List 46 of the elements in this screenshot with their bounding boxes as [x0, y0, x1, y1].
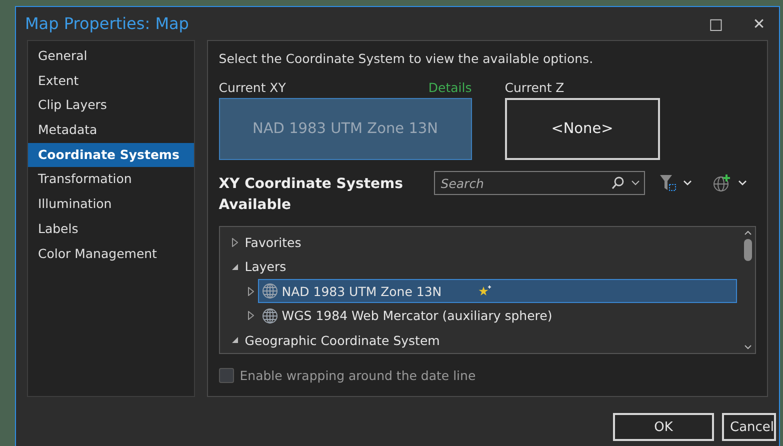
- tree-folder[interactable]: Layers: [242, 259, 290, 274]
- tree-folder[interactable]: Favorites: [242, 234, 304, 250]
- collapsed-arrow-icon[interactable]: [248, 311, 254, 320]
- checkbox-label: Enable wrapping around the date line: [240, 368, 476, 383]
- cancel-button[interactable]: Cancel: [722, 413, 776, 441]
- sidebar-item[interactable]: Transformation: [28, 167, 194, 192]
- dropdown-caret-icon[interactable]: [738, 180, 747, 186]
- sidebar-item[interactable]: Extent: [28, 68, 194, 94]
- dropdown-caret-icon[interactable]: [682, 180, 692, 186]
- tree-item-label: NAD 1983 UTM Zone 13N: [282, 284, 442, 299]
- sidebar-item[interactable]: Coordinate Systems: [28, 142, 194, 168]
- instruction-text: Select the Coordinate System to view the available options.: [218, 51, 594, 68]
- scroll-up-icon[interactable]: [744, 230, 752, 235]
- checkbox[interactable]: [218, 368, 234, 383]
- expanded-arrow-icon[interactable]: [230, 262, 239, 271]
- globe-icon: [262, 308, 278, 324]
- current-xy-label: Current XY: [218, 80, 286, 94]
- sidebar-item[interactable]: Color Management: [28, 242, 194, 266]
- current-z-value[interactable]: <None>: [504, 98, 660, 160]
- search-icon[interactable]: [610, 176, 625, 190]
- window-title: Map Properties: Map: [25, 14, 190, 33]
- sidebar-item[interactable]: Metadata: [28, 118, 194, 143]
- ok-button[interactable]: OK: [613, 413, 714, 441]
- collapsed-arrow-icon[interactable]: [232, 238, 238, 247]
- search-field[interactable]: Search: [434, 171, 645, 195]
- globe-icon: [262, 283, 278, 300]
- scrollbar-thumb[interactable]: [744, 239, 752, 261]
- sidebar-item[interactable]: Illumination: [28, 192, 194, 217]
- add-globe-icon[interactable]: [712, 174, 732, 192]
- tree-item-label: WGS 1984 Web Mercator (auxiliary sphere): [282, 308, 552, 324]
- details-link[interactable]: Details: [428, 80, 472, 94]
- maximize-button[interactable]: □: [696, 10, 736, 36]
- expanded-arrow-icon[interactable]: [230, 336, 239, 344]
- filter-icon[interactable]: [658, 174, 677, 192]
- current-z-label: Current Z: [504, 80, 564, 94]
- sidebar-item[interactable]: Clip Layers: [28, 93, 194, 118]
- close-button[interactable]: ✕: [739, 10, 779, 36]
- sidebar-item[interactable]: General: [28, 44, 194, 69]
- tree-folder[interactable]: Geographic Coordinate System: [242, 332, 443, 348]
- tree-item[interactable]: NAD 1983 UTM Zone 13N: [258, 279, 737, 304]
- dropdown-caret-icon[interactable]: [630, 180, 640, 186]
- tree-item[interactable]: WGS 1984 Web Mercator (auxiliary sphere): [258, 304, 737, 328]
- scroll-down-icon[interactable]: [744, 345, 752, 350]
- collapsed-arrow-icon[interactable]: [248, 286, 254, 296]
- section-heading: XY Coordinate Systems Available: [218, 175, 404, 215]
- sidebar-item[interactable]: Labels: [28, 216, 194, 242]
